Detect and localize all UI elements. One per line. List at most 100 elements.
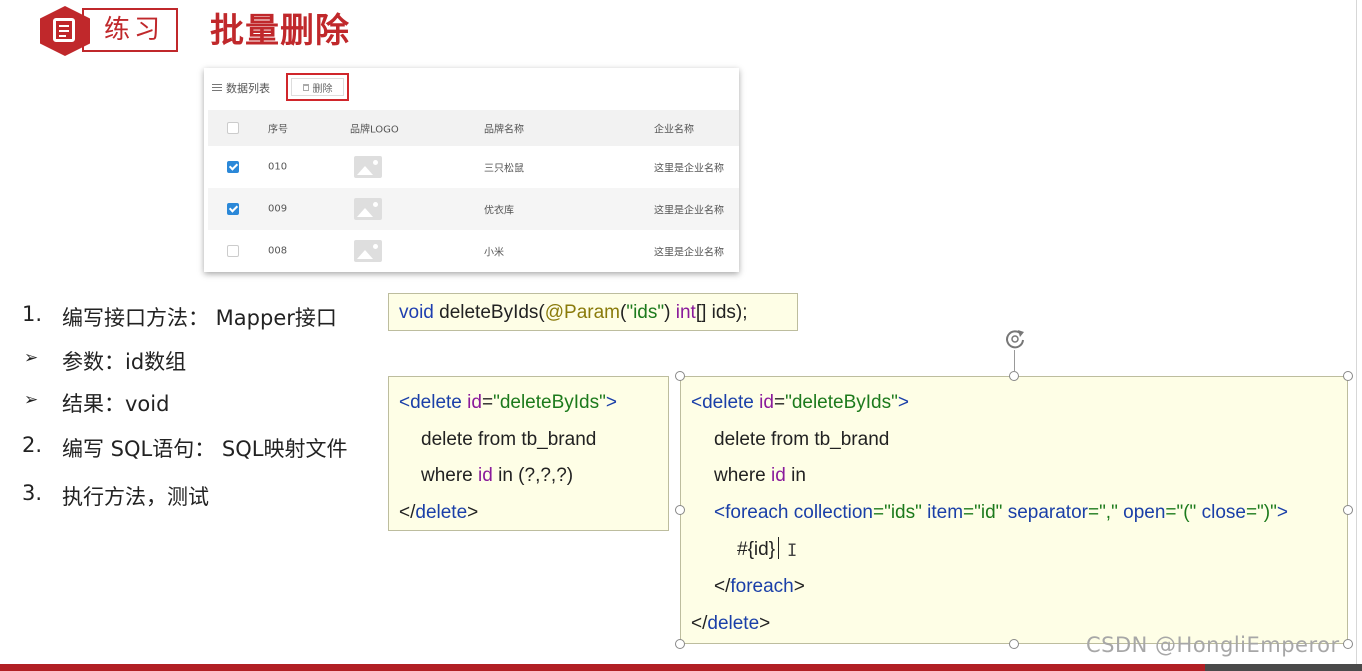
code-text: in bbox=[785, 465, 806, 486]
resize-handle-top-left[interactable] bbox=[675, 371, 685, 381]
code-attr: id bbox=[461, 392, 482, 413]
code-text: = bbox=[481, 392, 494, 413]
table-row[interactable]: 009 优衣库 这里是企业名称 bbox=[208, 188, 739, 230]
code-string: ="ids" bbox=[872, 502, 922, 523]
code-attr: separator bbox=[1002, 502, 1088, 523]
mapper-method-code: void deleteByIds(@Param("ids") int[] ids… bbox=[388, 293, 798, 331]
row-brand: 优衣库 bbox=[484, 205, 514, 217]
code-text: < bbox=[691, 392, 703, 413]
step-3-text: 执行方法，测试 bbox=[62, 485, 209, 509]
column-header-brand: 品牌名称 bbox=[484, 124, 524, 136]
row-brand: 小米 bbox=[484, 247, 504, 259]
code-text: where bbox=[421, 465, 479, 486]
bullet-params-text: 参数：id数组 bbox=[62, 350, 187, 374]
code-annotation: @Param bbox=[544, 302, 621, 323]
document-icon bbox=[53, 18, 75, 42]
code-tag: delete bbox=[707, 613, 760, 634]
row-id: 010 bbox=[268, 161, 288, 173]
resize-handle-top-right[interactable] bbox=[1343, 371, 1353, 381]
code-attr: id bbox=[478, 465, 493, 486]
code-attr: open bbox=[1117, 502, 1166, 523]
table-toolbar: 数据列表 删除 bbox=[204, 68, 739, 108]
code-text: where bbox=[714, 465, 772, 486]
code-text: > bbox=[605, 392, 617, 413]
bullet-result-text: 结果：void bbox=[62, 392, 170, 416]
resize-handle-top[interactable] bbox=[1009, 371, 1019, 381]
bottom-brand-bar bbox=[0, 664, 1362, 671]
rotate-handle-icon[interactable] bbox=[1004, 328, 1026, 350]
step-3-number: 3. bbox=[22, 481, 43, 505]
code-keyword-void: void bbox=[399, 302, 434, 323]
step-1-number: 1. bbox=[22, 302, 43, 326]
code-attr: id bbox=[771, 465, 786, 486]
code-text: = bbox=[773, 392, 786, 413]
code-tag: delete bbox=[410, 392, 462, 413]
bullet-icon: ➢ bbox=[24, 390, 39, 410]
code-string: "deleteByIds" bbox=[493, 392, 606, 413]
select-all-checkbox[interactable] bbox=[227, 122, 239, 134]
code-text: > bbox=[793, 576, 805, 597]
data-table-screenshot: 数据列表 删除 序号 品牌LOGO 品牌名称 企业名称 010 三只松鼠 这里是… bbox=[204, 68, 739, 272]
code-text: </ bbox=[399, 502, 416, 523]
list-icon bbox=[212, 84, 222, 93]
row-company: 这里是企业名称 bbox=[654, 205, 724, 217]
resize-handle-bottom-left[interactable] bbox=[675, 639, 685, 649]
code-attr: id bbox=[753, 392, 774, 413]
code-string: =")" bbox=[1245, 502, 1277, 523]
code-string: ="(" bbox=[1165, 502, 1197, 523]
row-id: 009 bbox=[268, 203, 288, 215]
step-1-text: 编写接口方法： Mapper接口 bbox=[62, 306, 337, 330]
delete-button[interactable]: 删除 bbox=[286, 73, 349, 101]
column-header-logo: 品牌LOGO bbox=[350, 124, 399, 136]
row-company: 这里是企业名称 bbox=[654, 163, 724, 175]
slide-edge-divider bbox=[1356, 0, 1357, 664]
watermark: CSDN @HongliEmperor bbox=[1086, 633, 1340, 657]
table-row[interactable]: 008 小米 这里是企业名称 bbox=[208, 230, 739, 272]
code-tag: delete bbox=[415, 502, 468, 523]
text-caret bbox=[778, 537, 779, 559]
resize-handle-left[interactable] bbox=[675, 505, 685, 515]
row-company: 这里是企业名称 bbox=[654, 247, 724, 259]
data-list-label: 数据列表 bbox=[226, 82, 270, 95]
row-checkbox[interactable] bbox=[227, 245, 239, 257]
code-string: ="id" bbox=[963, 502, 1003, 523]
resize-handle-bottom[interactable] bbox=[1009, 639, 1019, 649]
code-string: ="," bbox=[1087, 502, 1118, 523]
code-line: delete from tb_brand bbox=[714, 429, 890, 450]
code-tag: foreach bbox=[730, 576, 794, 597]
sql-mapping-foreach-code[interactable]: <delete id="deleteByIds"> delete from tb… bbox=[680, 376, 1348, 644]
code-attr: close bbox=[1196, 502, 1246, 523]
image-placeholder-icon bbox=[354, 198, 382, 220]
row-checkbox[interactable] bbox=[227, 161, 239, 173]
row-brand: 三只松鼠 bbox=[484, 163, 524, 175]
code-text: > bbox=[1276, 502, 1288, 523]
code-text: </ bbox=[691, 613, 708, 634]
code-text: </ bbox=[714, 576, 731, 597]
trash-icon bbox=[302, 83, 309, 91]
resize-handle-right[interactable] bbox=[1343, 505, 1353, 515]
code-string: "ids" bbox=[626, 302, 665, 323]
resize-handle-bottom-right[interactable] bbox=[1343, 639, 1353, 649]
row-checkbox[interactable] bbox=[227, 203, 239, 215]
table-row[interactable]: 010 三只松鼠 这里是企业名称 bbox=[208, 146, 739, 188]
step-2-text: 编写 SQL语句： SQL映射文件 bbox=[62, 437, 348, 461]
column-header-company: 企业名称 bbox=[654, 124, 694, 136]
image-placeholder-icon bbox=[354, 240, 382, 262]
code-method-name: deleteByIds( bbox=[433, 302, 545, 323]
code-tag: foreach bbox=[725, 502, 789, 523]
code-attr: item bbox=[921, 502, 964, 523]
page-title: 批量删除 bbox=[210, 11, 350, 51]
code-string: "deleteByIds" bbox=[785, 392, 898, 413]
code-line: #{id} bbox=[737, 539, 776, 560]
code-text: [] ids); bbox=[695, 302, 748, 323]
text-cursor-icon: I bbox=[787, 541, 798, 561]
table-header: 序号 品牌LOGO 品牌名称 企业名称 bbox=[208, 110, 739, 146]
bottom-dark-bar bbox=[1205, 664, 1362, 671]
code-line: delete from tb_brand bbox=[421, 429, 597, 450]
code-text: > bbox=[759, 613, 771, 634]
code-keyword-int: int bbox=[675, 302, 696, 323]
code-text: < bbox=[399, 392, 411, 413]
row-id: 008 bbox=[268, 245, 288, 257]
rotate-handle-stem bbox=[1014, 350, 1015, 372]
code-attr: collection bbox=[788, 502, 873, 523]
